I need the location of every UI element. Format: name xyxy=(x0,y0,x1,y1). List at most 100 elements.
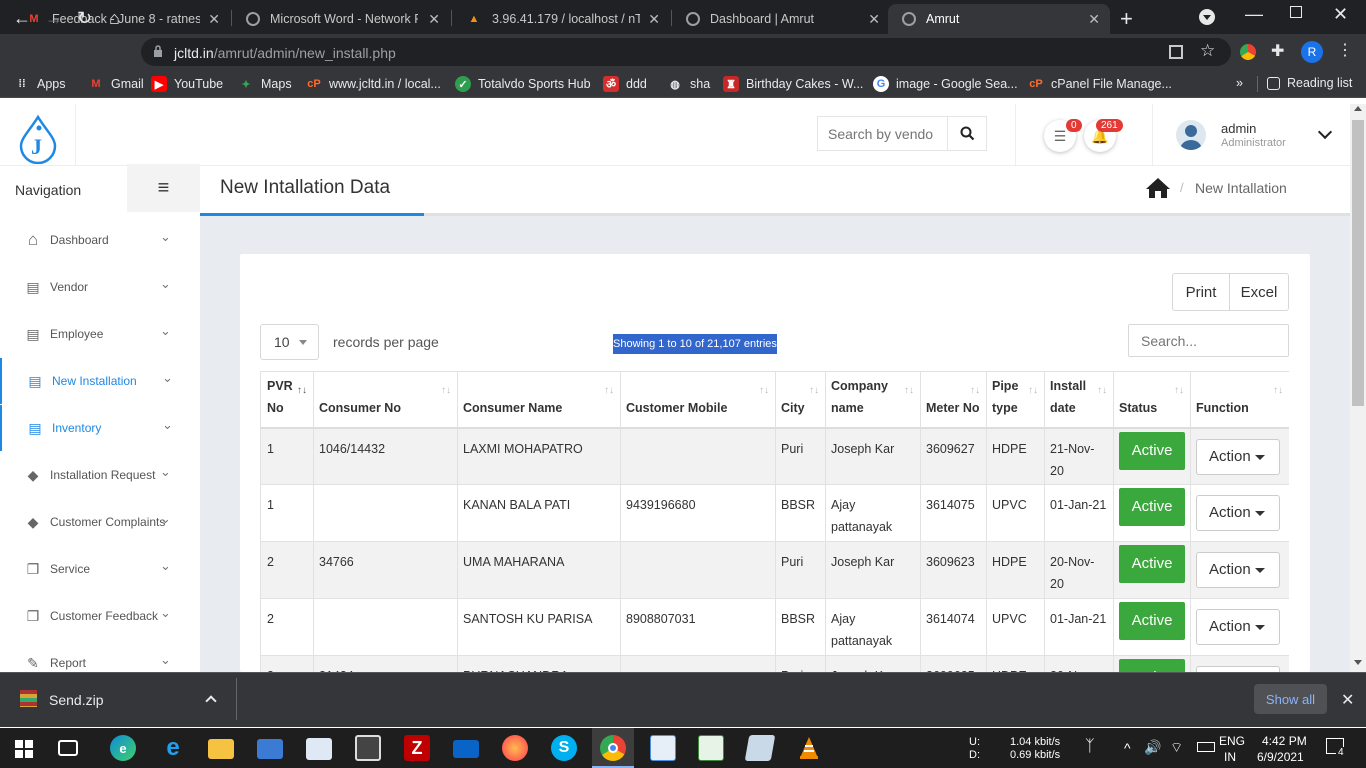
bookmark-9[interactable]: ♜ Birthday Cakes - W... xyxy=(723,76,863,92)
skype-icon[interactable]: S xyxy=(551,735,577,761)
window-restore-button[interactable] xyxy=(1290,6,1302,18)
print-button[interactable]: Print xyxy=(1172,273,1230,311)
region-indicator[interactable]: IN xyxy=(1224,750,1236,764)
column-header-meter-no[interactable]: Meter No ↑↓ xyxy=(920,371,987,429)
bookmark-4[interactable]: ✦ Maps xyxy=(238,76,291,92)
status-active-button[interactable]: Active xyxy=(1119,431,1185,470)
vendor-search-button[interactable] xyxy=(947,116,987,151)
forward-arrow-icon[interactable]: → xyxy=(45,8,63,29)
battery-icon[interactable] xyxy=(1197,742,1215,752)
scroll-down-arrow-icon[interactable] xyxy=(1354,660,1362,665)
tab-close-icon[interactable]: ✕ xyxy=(868,11,880,28)
action-dropdown-button[interactable]: Action xyxy=(1196,495,1280,531)
sidebar-item-vendor[interactable]: ▤ Vendor ⌄ xyxy=(0,264,200,310)
tab-close-icon[interactable]: ✕ xyxy=(208,11,220,28)
bookmarks-more-button[interactable]: » xyxy=(1236,76,1243,90)
task-view-icon[interactable] xyxy=(58,740,78,756)
action-dropdown-button[interactable]: Action xyxy=(1196,609,1280,645)
paint-icon[interactable] xyxy=(306,738,332,760)
notepad-icon[interactable] xyxy=(650,735,676,761)
column-header-customer-mobile[interactable]: Customer Mobile ↑↓ xyxy=(620,371,776,429)
window-minimize-button[interactable]: — xyxy=(1245,4,1263,25)
tab-2[interactable]: Microsoft Word - Network Ph ✕ xyxy=(232,4,450,34)
reload-icon[interactable]: ↻ xyxy=(77,8,92,29)
bookmark-10[interactable]: Gimage - Google Sea... xyxy=(873,76,1018,92)
user-avatar[interactable] xyxy=(1176,120,1206,150)
clock-date[interactable]: 6/9/2021 xyxy=(1257,750,1304,764)
column-header-company-name[interactable]: Company name ↑↓ xyxy=(825,371,921,429)
breadcrumb-home-icon[interactable] xyxy=(1145,176,1171,200)
control-panel-icon[interactable] xyxy=(257,739,283,759)
sort-arrows-icon[interactable]: ↑↓ xyxy=(441,380,451,402)
hamburger-menu-icon[interactable]: ≡ xyxy=(127,164,200,212)
chrome-extension-icon[interactable] xyxy=(1240,44,1256,60)
column-header-consumer-name[interactable]: Consumer Name ↑↓ xyxy=(457,371,621,429)
tab-close-icon[interactable]: ✕ xyxy=(648,11,660,28)
bookmark-2[interactable]: M Gmail xyxy=(88,76,143,92)
status-active-button[interactable]: Active xyxy=(1119,545,1185,583)
zip-file-icon[interactable] xyxy=(20,690,37,707)
sidebar-item-customer-complaints[interactable]: ◆ Customer Complaints ⌄ xyxy=(0,499,200,545)
bookmark-5[interactable]: cP www.jcltd.in / local... xyxy=(306,76,441,92)
windows-start-icon[interactable] xyxy=(15,740,33,758)
sort-arrows-icon[interactable]: ↑↓ xyxy=(297,380,307,402)
filezilla-icon[interactable]: Z xyxy=(404,735,430,761)
edge-icon[interactable]: e xyxy=(110,735,136,761)
people-icon[interactable]: ᛉ xyxy=(1085,738,1095,756)
page-length-select[interactable]: 10 xyxy=(260,324,319,360)
tab-5[interactable]: Amrut ✕ xyxy=(888,4,1110,34)
volume-icon[interactable]: 🔊 xyxy=(1144,739,1161,756)
sidebar-item-customer-feedback[interactable]: ❐ Customer Feedback ⌄ xyxy=(0,593,200,639)
mail-icon[interactable] xyxy=(453,740,479,758)
bookmark-1[interactable]: ⁞⁞ Apps xyxy=(14,76,65,92)
vendor-search-input[interactable] xyxy=(817,116,947,151)
close-download-bar-icon[interactable]: ✕ xyxy=(1341,690,1354,710)
back-arrow-icon[interactable]: ← xyxy=(13,8,31,29)
excel-button[interactable]: Excel xyxy=(1229,273,1289,311)
sort-arrows-icon[interactable]: ↑↓ xyxy=(1273,380,1283,402)
bookmark-8[interactable]: ◍ sha xyxy=(667,76,710,92)
status-active-button[interactable]: Active xyxy=(1119,488,1185,526)
sidebar-item-new-installation[interactable]: ▤ New Installation ⌄ xyxy=(0,358,200,404)
home-button-icon[interactable]: ⌂ xyxy=(109,8,120,29)
sidebar-item-inventory[interactable]: ▤ Inventory ⌄ xyxy=(0,405,200,451)
tab-3[interactable]: ▲ 3.96.41.179 / localhost / nThe ✕ xyxy=(452,4,670,34)
store-icon[interactable] xyxy=(355,735,381,761)
lock-icon[interactable] xyxy=(153,45,162,57)
sort-arrows-icon[interactable]: ↑↓ xyxy=(759,380,769,402)
chrome-taskbar-icon[interactable] xyxy=(600,735,626,761)
tab-search-icon[interactable] xyxy=(1199,9,1215,25)
show-all-downloads-button[interactable]: Show all xyxy=(1254,684,1327,714)
bookmark-3[interactable]: ▶ YouTube xyxy=(151,76,223,92)
download-file-name[interactable]: Send.zip xyxy=(49,692,103,708)
bookmark-7[interactable]: ॐ ddd xyxy=(603,76,647,92)
clock-time[interactable]: 4:42 PM xyxy=(1262,734,1307,748)
profile-avatar[interactable]: R xyxy=(1301,41,1323,63)
extensions-puzzle-icon[interactable]: ✚ xyxy=(1271,41,1284,61)
sort-arrows-icon[interactable]: ↑↓ xyxy=(970,380,980,402)
qr-code-icon[interactable] xyxy=(1169,45,1183,59)
sidebar-item-installation-request[interactable]: ◆ Installation Request ⌄ xyxy=(0,452,200,498)
column-header-pvr-no[interactable]: PVR No ↑↓ xyxy=(260,371,314,429)
column-header-consumer-no[interactable]: Consumer No ↑↓ xyxy=(313,371,458,429)
file-explorer-icon[interactable] xyxy=(208,739,234,759)
language-indicator[interactable]: ENG xyxy=(1219,734,1245,748)
bookmark-star-icon[interactable]: ☆ xyxy=(1200,41,1215,61)
page-scrollbar-thumb[interactable] xyxy=(1352,120,1364,406)
bookmark-6[interactable]: ✓ Totalvdo Sports Hub xyxy=(455,76,591,92)
sort-arrows-icon[interactable]: ↑↓ xyxy=(1174,380,1184,402)
column-header-status[interactable]: Status ↑↓ xyxy=(1113,371,1191,429)
reading-list-button[interactable]: Reading list xyxy=(1267,76,1352,90)
photos-icon[interactable] xyxy=(744,735,776,761)
tab-close-icon[interactable]: ✕ xyxy=(428,11,440,28)
sort-arrows-icon[interactable]: ↑↓ xyxy=(604,380,614,402)
scroll-up-arrow-icon[interactable] xyxy=(1354,106,1362,111)
column-header-install-date[interactable]: Install date ↑↓ xyxy=(1044,371,1114,429)
excel-taskbar-icon[interactable] xyxy=(698,735,724,761)
sidebar-item-employee[interactable]: ▤ Employee ⌄ xyxy=(0,311,200,357)
browser-menu-icon[interactable]: ⋮ xyxy=(1337,40,1353,60)
tab-close-icon[interactable]: ✕ xyxy=(1088,11,1100,28)
sidebar-item-service[interactable]: ❐ Service ⌄ xyxy=(0,546,200,592)
sort-arrows-icon[interactable]: ↑↓ xyxy=(809,380,819,402)
column-header-city[interactable]: City ↑↓ xyxy=(775,371,826,429)
